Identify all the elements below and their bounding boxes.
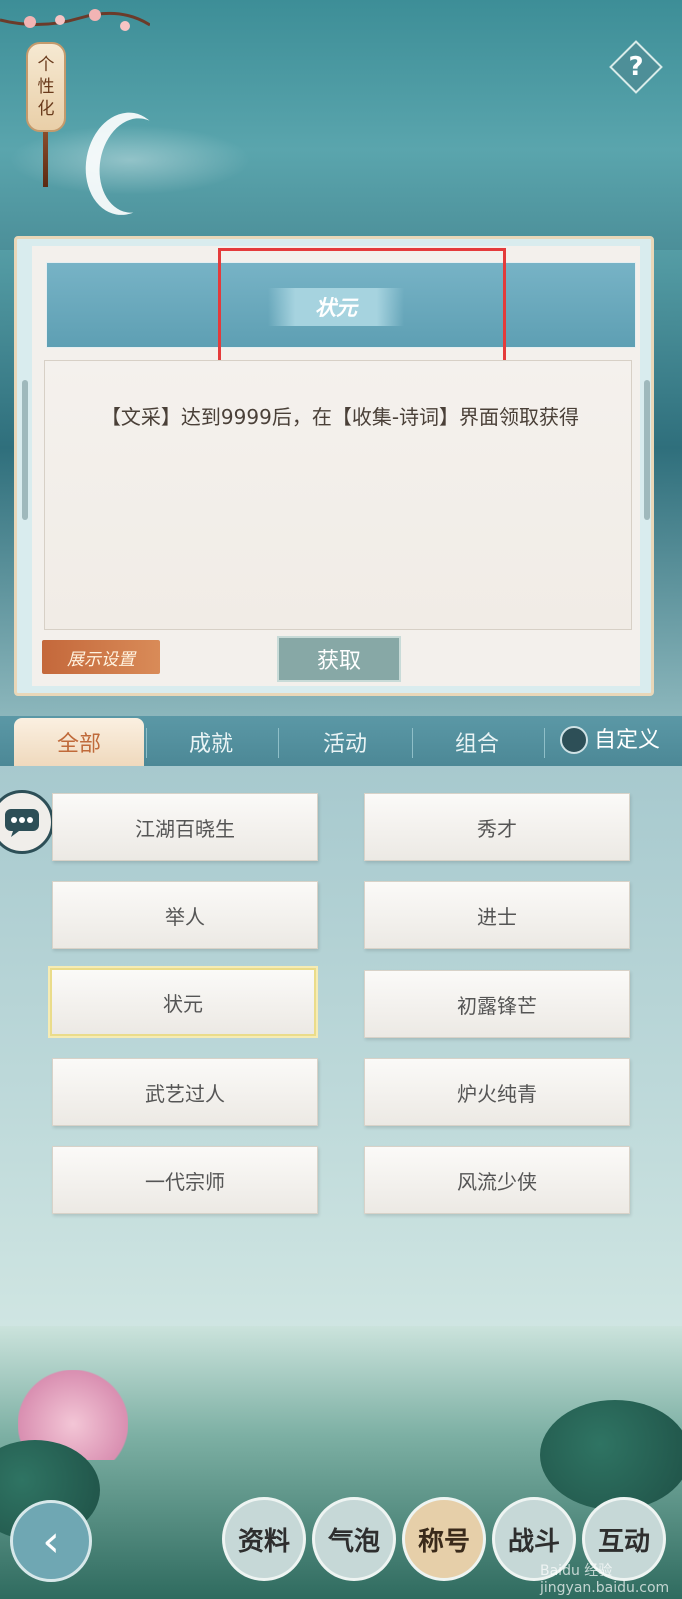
watermark: Baidu 经验 jingyan.baidu.com xyxy=(540,1563,670,1596)
display-settings-button[interactable]: 展示设置 xyxy=(42,640,160,674)
tab-achievement[interactable]: 成就 xyxy=(146,718,276,766)
personalize-lantern-button[interactable]: 个 性 化 xyxy=(26,42,66,132)
lantern-char-2: 性 xyxy=(37,77,55,97)
lantern-char-1: 个 xyxy=(37,55,55,75)
tab-combo[interactable]: 组合 xyxy=(412,718,542,766)
title-item[interactable]: 举人 xyxy=(52,881,318,949)
chat-icon xyxy=(5,809,39,837)
left-scroll-rail xyxy=(22,380,28,520)
tab-divider xyxy=(544,728,545,758)
tab-divider xyxy=(278,728,279,758)
title-item[interactable]: 风流少侠 xyxy=(364,1146,630,1214)
right-scroll-rail xyxy=(644,380,650,520)
tab-all[interactable]: 全部 xyxy=(14,718,144,766)
description-panel xyxy=(44,360,632,630)
lotus-leaf-decoration xyxy=(540,1400,682,1510)
description-text: 【文采】达到9999后，在【收集-诗词】界面领取获得 xyxy=(100,405,580,429)
lantern-char-3: 化 xyxy=(37,99,55,119)
title-item-selected[interactable]: 状元 xyxy=(50,968,316,1036)
nav-bubble[interactable]: 气泡 xyxy=(312,1497,396,1581)
blossom-branch-decoration xyxy=(0,9,150,31)
nav-profile[interactable]: 资料 xyxy=(222,1497,306,1581)
title-item[interactable]: 进士 xyxy=(364,881,630,949)
title-item[interactable]: 炉火纯青 xyxy=(364,1058,630,1126)
nav-title[interactable]: 称号 xyxy=(402,1497,486,1581)
title-item[interactable]: 初露锋芒 xyxy=(364,970,630,1038)
question-icon: ? xyxy=(628,52,644,82)
title-item[interactable]: 江湖百晓生 xyxy=(52,793,318,861)
tab-event[interactable]: 活动 xyxy=(280,718,410,766)
obtain-button[interactable]: 获取 xyxy=(277,636,401,682)
title-item[interactable]: 一代宗师 xyxy=(52,1146,318,1214)
lantern-tassel xyxy=(43,132,48,187)
custom-toggle[interactable] xyxy=(560,726,588,754)
back-button[interactable]: ‹ xyxy=(10,1500,92,1582)
custom-label: 自定义 xyxy=(594,728,661,753)
title-item[interactable]: 秀才 xyxy=(364,793,630,861)
title-item[interactable]: 武艺过人 xyxy=(52,1058,318,1126)
back-arrow-icon: ‹ xyxy=(42,1515,60,1567)
